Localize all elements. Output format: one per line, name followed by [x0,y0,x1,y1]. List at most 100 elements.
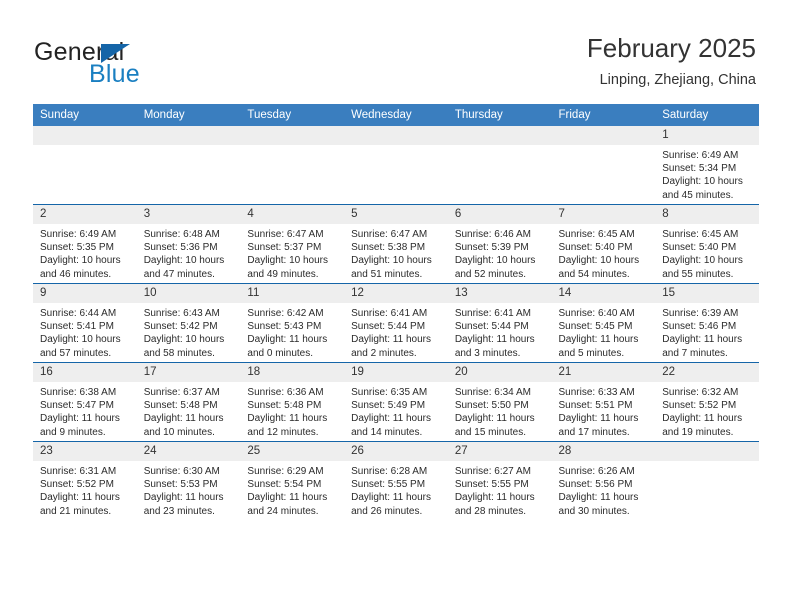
calendar-day-cell[interactable]: 21 Sunrise: 6:33 AM Sunset: 5:51 PM Dayligh… [551,362,656,442]
sunset-time: Sunset: 5:53 PM [143,479,218,491]
calendar-day-cell[interactable]: 11 Sunrise: 6:42 AM Sunset: 5:43 PM Dayligh… [240,283,345,363]
calendar-day-cell[interactable]: 4 Sunrise: 6:47 AM Sunset: 5:37 PM Daylight… [240,204,345,284]
daylight-duration-line1: Daylight: 11 hours [351,334,431,346]
calendar-day-cell[interactable]: 5 Sunrise: 6:47 AM Sunset: 5:38 PM Daylight… [344,204,448,284]
daylight-duration-line2: and 30 minutes. [558,505,630,517]
day-number: 15 [655,284,759,303]
calendar-day-cell[interactable]: 14 Sunrise: 6:40 AM Sunset: 5:45 PM Dayligh… [551,283,656,363]
calendar-day-cell[interactable]: 15 Sunrise: 6:39 AM Sunset: 5:46 PM Dayligh… [655,283,759,363]
sunset-time: Sunset: 5:56 PM [558,479,633,491]
title-block: February 2025 Linping, Zhejiang, China [587,32,756,90]
calendar-day-cell[interactable] [240,126,345,205]
calendar-day-cell[interactable] [655,441,759,520]
day-number: 21 [551,363,656,382]
day-cell-inner: 11 Sunrise: 6:42 AM Sunset: 5:43 PM Dayligh… [240,284,345,362]
day-cell-inner: 4 Sunrise: 6:47 AM Sunset: 5:37 PM Daylight… [240,205,345,283]
day-number: 6 [447,205,552,224]
day-details: Sunrise: 6:33 AM Sunset: 5:51 PM Daylight:… [552,382,656,439]
calendar-day-cell[interactable]: 19 Sunrise: 6:35 AM Sunset: 5:49 PM Dayligh… [344,362,448,442]
calendar-day-cell[interactable] [33,126,137,205]
sunset-time: Sunset: 5:50 PM [454,400,529,412]
day-cell-inner: 18 Sunrise: 6:36 AM Sunset: 5:48 PM Dayligh… [240,363,345,441]
day-number: 19 [344,363,448,382]
daylight-duration-line2: and 5 minutes. [558,347,625,359]
day-number: 5 [344,205,448,224]
weekday-header-sunday: Sunday [33,104,137,126]
daylight-duration-line1: Daylight: 10 hours [143,255,225,267]
general-blue-logo: General Blue [34,38,264,88]
day-number: 2 [33,205,137,224]
day-number: 16 [33,363,137,382]
calendar-day-cell[interactable]: 24 Sunrise: 6:30 AM Sunset: 5:53 PM Dayligh… [136,441,241,520]
daylight-duration-line2: and 54 minutes. [558,268,630,280]
day-details: Sunrise: 6:30 AM Sunset: 5:53 PM Daylight:… [137,461,241,518]
sunrise-time: Sunrise: 6:41 AM [454,308,531,319]
calendar-day-cell[interactable] [551,126,656,205]
day-cell-inner: 1 Sunrise: 6:49 AM Sunset: 5:34 PM Daylight… [655,126,759,204]
daylight-duration-line2: and 17 minutes. [558,426,630,438]
sunset-time: Sunset: 5:54 PM [247,479,322,491]
daylight-duration-line1: Daylight: 11 hours [143,492,224,504]
day-number: 25 [240,442,345,461]
daylight-duration-line1: Daylight: 10 hours [351,255,432,267]
daylight-duration-line2: and 57 minutes. [40,347,112,359]
calendar-day-cell[interactable] [344,126,448,205]
calendar-day-cell[interactable]: 3 Sunrise: 6:48 AM Sunset: 5:36 PM Daylight… [136,204,241,284]
calendar-day-cell[interactable]: 9 Sunrise: 6:44 AM Sunset: 5:41 PM Daylight… [33,283,137,363]
daylight-duration-line1: Daylight: 10 hours [247,255,329,267]
sunrise-time: Sunrise: 6:29 AM [247,466,324,477]
calendar-day-cell[interactable]: 27 Sunrise: 6:27 AM Sunset: 5:55 PM Dayligh… [447,441,552,520]
calendar-day-cell[interactable]: 26 Sunrise: 6:28 AM Sunset: 5:55 PM Dayligh… [344,441,448,520]
day-cell-inner: 5 Sunrise: 6:47 AM Sunset: 5:38 PM Daylight… [344,205,448,283]
sunrise-time: Sunrise: 6:46 AM [454,229,531,240]
calendar-day-cell[interactable]: 22 Sunrise: 6:32 AM Sunset: 5:52 PM Dayligh… [655,362,759,442]
calendar-week-row: 1 Sunrise: 6:49 AM Sunset: 5:34 PM Daylight… [33,126,759,205]
calendar-day-cell[interactable]: 13 Sunrise: 6:41 AM Sunset: 5:44 PM Dayligh… [447,283,552,363]
weekday-header-tuesday: Tuesday [240,104,345,126]
daylight-duration-line2: and 49 minutes. [247,268,319,280]
calendar-day-cell[interactable]: 23 Sunrise: 6:31 AM Sunset: 5:52 PM Dayligh… [33,441,137,520]
daylight-duration-line1: Daylight: 10 hours [143,334,225,346]
day-number: 22 [655,363,759,382]
calendar-day-cell[interactable]: 8 Sunrise: 6:45 AM Sunset: 5:40 PM Daylight… [655,204,759,284]
calendar-day-cell[interactable]: 25 Sunrise: 6:29 AM Sunset: 5:54 PM Dayligh… [240,441,345,520]
calendar-day-cell[interactable]: 6 Sunrise: 6:46 AM Sunset: 5:39 PM Daylight… [447,204,552,284]
day-details: Sunrise: 6:45 AM Sunset: 5:40 PM Daylight:… [655,224,759,281]
day-cell-inner: 21 Sunrise: 6:33 AM Sunset: 5:51 PM Dayligh… [551,363,656,441]
day-details: Sunrise: 6:35 AM Sunset: 5:49 PM Daylight:… [344,382,448,439]
calendar-day-cell[interactable]: 2 Sunrise: 6:49 AM Sunset: 5:35 PM Daylight… [33,204,137,284]
calendar-day-cell[interactable]: 7 Sunrise: 6:45 AM Sunset: 5:40 PM Daylight… [551,204,656,284]
calendar-day-cell[interactable]: 16 Sunrise: 6:38 AM Sunset: 5:47 PM Dayligh… [33,362,137,442]
daylight-duration-line1: Daylight: 10 hours [40,255,121,267]
day-details: Sunrise: 6:29 AM Sunset: 5:54 PM Daylight:… [240,461,344,518]
day-cell-inner: 6 Sunrise: 6:46 AM Sunset: 5:39 PM Daylight… [447,205,552,283]
daylight-duration-line1: Daylight: 11 hours [143,413,224,425]
calendar-day-cell[interactable]: 18 Sunrise: 6:36 AM Sunset: 5:48 PM Dayligh… [240,362,345,442]
daylight-duration-line2: and 10 minutes. [143,426,215,438]
day-cell-inner: 9 Sunrise: 6:44 AM Sunset: 5:41 PM Daylight… [33,284,137,362]
day-cell-inner: 8 Sunrise: 6:45 AM Sunset: 5:40 PM Daylight… [655,205,759,283]
calendar-day-cell[interactable]: 20 Sunrise: 6:34 AM Sunset: 5:50 PM Dayligh… [447,362,552,442]
calendar-day-cell[interactable]: 28 Sunrise: 6:26 AM Sunset: 5:56 PM Dayligh… [551,441,656,520]
day-number: 17 [136,363,241,382]
day-cell-inner: 7 Sunrise: 6:45 AM Sunset: 5:40 PM Daylight… [551,205,656,283]
day-cell-inner [655,442,759,520]
calendar-day-cell[interactable] [136,126,241,205]
calendar-day-cell[interactable]: 10 Sunrise: 6:43 AM Sunset: 5:42 PM Dayligh… [136,283,241,363]
calendar-day-cell[interactable]: 12 Sunrise: 6:41 AM Sunset: 5:44 PM Dayligh… [344,283,448,363]
day-number: 26 [344,442,448,461]
calendar-day-cell[interactable] [447,126,552,205]
day-number [655,442,759,461]
calendar-day-cell[interactable]: 17 Sunrise: 6:37 AM Sunset: 5:48 PM Dayligh… [136,362,241,442]
calendar-day-cell[interactable]: 1 Sunrise: 6:49 AM Sunset: 5:34 PM Daylight… [655,126,759,205]
day-number: 7 [551,205,656,224]
day-details: Sunrise: 6:40 AM Sunset: 5:45 PM Daylight:… [552,303,656,360]
sunset-time: Sunset: 5:42 PM [143,321,218,333]
sunrise-time: Sunrise: 6:33 AM [558,387,635,398]
day-cell-inner [136,126,241,204]
day-number [136,126,241,145]
day-cell-inner: 16 Sunrise: 6:38 AM Sunset: 5:47 PM Dayligh… [33,363,137,441]
calendar-body: 1 Sunrise: 6:49 AM Sunset: 5:34 PM Daylight… [33,126,759,520]
day-number [551,126,656,145]
calendar-week-row: 23 Sunrise: 6:31 AM Sunset: 5:52 PM Dayligh… [33,441,759,520]
